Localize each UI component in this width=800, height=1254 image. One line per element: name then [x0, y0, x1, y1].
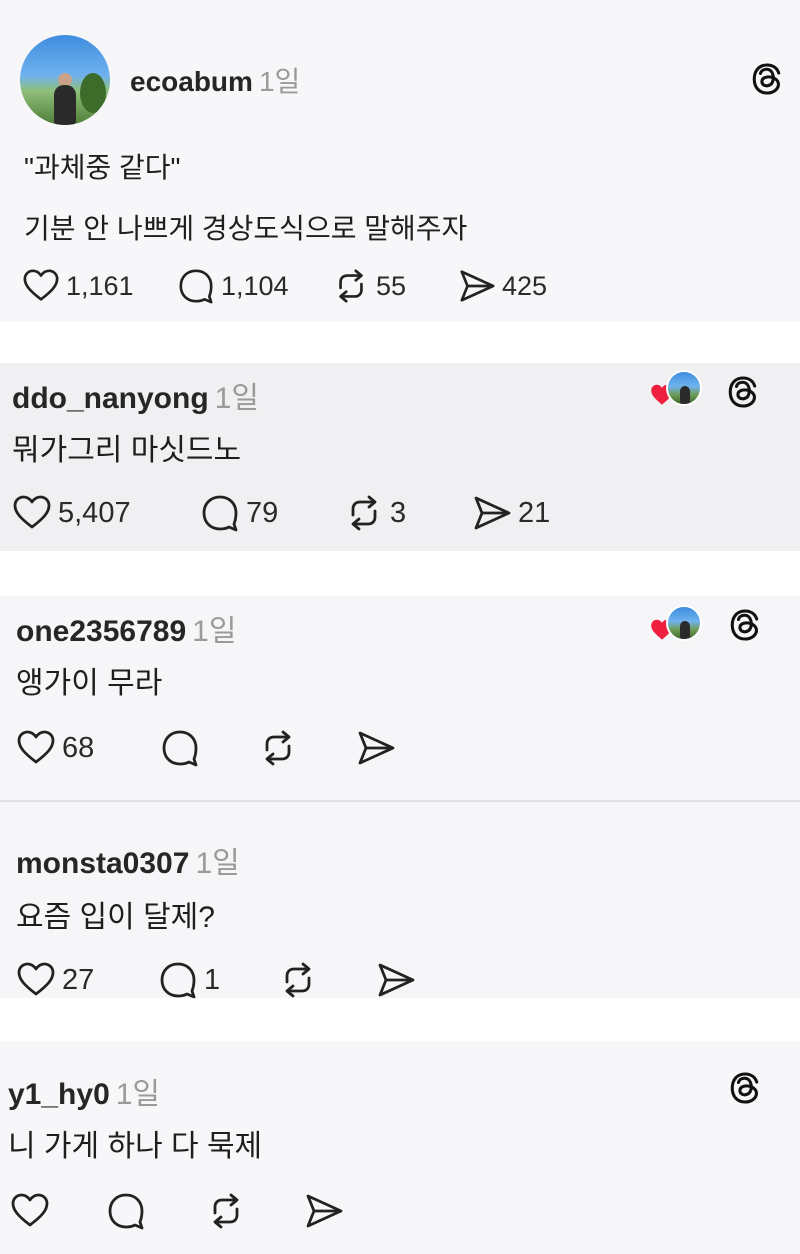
like-count: 27	[62, 963, 95, 996]
comment-bubble-icon	[158, 960, 198, 1000]
author-mini-avatar	[666, 605, 702, 641]
reply-actions	[10, 1191, 770, 1231]
post-text-line-1: "과체중 같다"	[24, 152, 181, 183]
comment-count: 1	[204, 963, 221, 996]
send-paper-plane-icon	[304, 1191, 344, 1231]
reply-author[interactable]: monsta0307 1일	[16, 838, 240, 882]
avatar[interactable]	[20, 35, 110, 125]
threads-logo-icon[interactable]	[726, 375, 760, 409]
post-author[interactable]: ecoabum 1일	[130, 60, 300, 100]
threads-logo-icon[interactable]	[728, 1071, 762, 1105]
threads-logo-icon[interactable]	[750, 62, 784, 96]
like-count: 68	[62, 731, 95, 764]
reply-author[interactable]: one2356789 1일	[16, 606, 236, 650]
repost-arrows-icon	[258, 728, 298, 768]
liked-by-author-badge	[650, 369, 710, 409]
reply-actions: 68	[16, 728, 776, 768]
heart-outline-icon	[16, 960, 56, 1000]
heart-outline-icon	[12, 493, 52, 533]
reply-actions: 27 1	[16, 960, 776, 1000]
comment-button[interactable]: 1	[158, 960, 220, 1000]
comment-bubble-icon	[106, 1191, 146, 1231]
divider	[0, 800, 800, 802]
like-count: 1,161	[66, 270, 134, 301]
repost-button[interactable]	[206, 1191, 246, 1231]
repost-button[interactable]: 3	[344, 493, 406, 533]
like-button[interactable]: 68	[16, 728, 94, 768]
reply-timestamp: 1일	[192, 615, 237, 648]
repost-button[interactable]	[278, 960, 318, 1000]
comment-button[interactable]	[106, 1191, 146, 1231]
repost-arrows-icon	[344, 493, 384, 533]
like-button[interactable]: 27	[16, 960, 94, 1000]
reply-username[interactable]: ddo_nanyong	[12, 382, 209, 415]
reply-actions: 5,407 79 3 21	[12, 493, 772, 533]
comment-count: 79	[246, 496, 279, 529]
threads-logo-icon[interactable]	[728, 608, 762, 642]
share-button[interactable]	[304, 1191, 344, 1231]
reply-item: y1_hy0 1일 니 가게 하나 다 묵제	[0, 1041, 800, 1254]
repost-arrows-icon	[206, 1191, 246, 1231]
reply-timestamp: 1일	[214, 382, 259, 415]
like-button[interactable]: 5,407	[12, 493, 131, 533]
comment-count: 1,104	[221, 270, 289, 301]
repost-arrows-icon	[278, 960, 318, 1000]
reply-text: 요즘 입이 달제?	[16, 901, 215, 934]
reply-username[interactable]: y1_hy0	[8, 1078, 110, 1111]
send-paper-plane-icon	[472, 493, 512, 533]
share-button[interactable]: 21	[472, 493, 550, 533]
share-button[interactable]	[376, 960, 416, 1000]
repost-button[interactable]: 55	[332, 266, 406, 306]
post-text-line-2: 기분 안 나쁘게 경상도식으로 말해주자	[24, 213, 468, 244]
reply-timestamp: 1일	[115, 1078, 161, 1111]
reply-text: 앵가이 무라	[16, 667, 163, 700]
comment-button[interactable]	[160, 728, 200, 768]
like-button[interactable]: 1,161	[22, 266, 134, 306]
author-mini-avatar	[666, 370, 702, 406]
post-timestamp: 1일	[258, 66, 301, 97]
reply-username[interactable]: one2356789	[16, 615, 186, 648]
reply-item: one2356789 1일 앵가이 무라 68 monsta0307 1일 요즘 입…	[0, 596, 800, 998]
heart-outline-icon	[10, 1191, 50, 1231]
reply-timestamp: 1일	[195, 847, 240, 880]
repost-arrows-icon	[332, 267, 370, 305]
share-count: 425	[502, 270, 548, 301]
heart-outline-icon	[16, 728, 56, 768]
share-button[interactable]	[356, 728, 396, 768]
comment-bubble-icon	[200, 493, 240, 533]
reply-item: ddo_nanyong 1일 뭐가그리 마싯드노 5,407 79 3 21	[0, 363, 800, 551]
reply-text: 뭐가그리 마싯드노	[12, 434, 242, 467]
repost-count: 55	[376, 270, 407, 301]
repost-button[interactable]	[258, 728, 298, 768]
send-paper-plane-icon	[376, 960, 416, 1000]
like-button[interactable]	[10, 1191, 50, 1231]
comment-button[interactable]: 1,104	[177, 266, 289, 306]
heart-outline-icon	[22, 267, 60, 305]
comment-button[interactable]: 79	[200, 493, 278, 533]
share-count: 21	[518, 496, 551, 529]
comment-bubble-icon	[177, 267, 215, 305]
comment-bubble-icon	[160, 728, 200, 768]
send-paper-plane-icon	[458, 267, 496, 305]
like-count: 5,407	[58, 496, 131, 529]
main-post: ecoabum 1일 "과체중 같다" 기분 안 나쁘게 경상도식으로 말해주자 …	[0, 0, 800, 322]
reply-text: 니 가게 하나 다 묵제	[8, 1130, 263, 1163]
reply-author[interactable]: y1_hy0 1일	[8, 1069, 160, 1113]
liked-by-author-badge	[650, 604, 710, 644]
reply-author[interactable]: ddo_nanyong 1일	[12, 373, 259, 417]
post-actions: 1,161 1,104 55 425	[22, 266, 782, 306]
send-paper-plane-icon	[356, 728, 396, 768]
post-username[interactable]: ecoabum	[130, 66, 253, 97]
repost-count: 3	[390, 496, 407, 529]
reply-username[interactable]: monsta0307	[16, 847, 189, 880]
share-button[interactable]: 425	[458, 266, 547, 306]
